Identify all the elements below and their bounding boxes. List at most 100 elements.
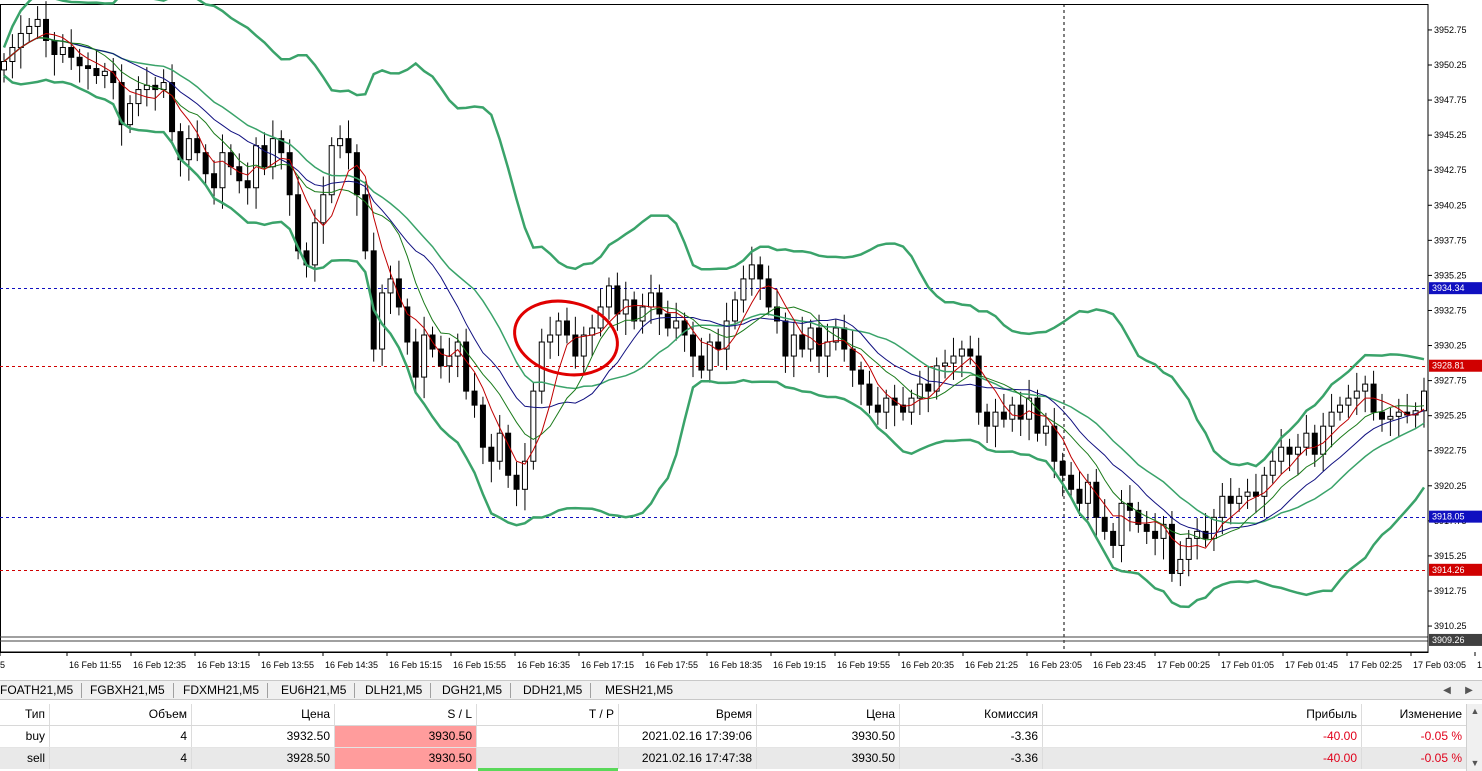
table-row[interactable]: sell 4 3928.50 3930.50 2021.02.16 17:47:… [0,748,1466,769]
candle-body [320,194,327,224]
candle-body [395,278,402,308]
price-chart[interactable]: 3952.75 3950.25 3947.75 3945.25 3942.75 3940.… [0,0,1482,680]
time-tick-label: 16 Feb 21:25 [965,660,1018,670]
candle-body [521,460,528,490]
tab-dlh21[interactable]: DLH21,M5 [357,683,432,698]
cell-sl[interactable]: 3930.50 [335,748,477,769]
col-price[interactable]: Цена [192,704,335,725]
candle-body [967,348,974,357]
cell-change: -0.05 % [1420,751,1462,765]
col-sl[interactable]: S / L [335,704,477,725]
price-tick-label: 3945.25 [1434,130,1467,140]
candle-body [748,264,755,280]
cell-tp[interactable] [477,726,619,747]
price-tick-label: 3912.75 [1434,586,1467,596]
candle-body [958,348,965,357]
candle-body [387,278,394,294]
candle-body [1353,390,1360,399]
time-tick-label: 16 Feb 15:55 [453,660,506,670]
time-tick-label: 17 Feb 02:25 [1349,660,1402,670]
col-commission[interactable]: Комиссия [900,704,1043,725]
cell-type: buy [0,726,50,747]
candle-body [1236,495,1243,504]
cell-commission: -3.36 [900,726,1043,747]
candle-body [93,68,100,77]
candle-body [227,152,234,168]
candle-body [1185,537,1192,560]
cell-tp[interactable] [477,748,619,769]
col-tp[interactable]: T / P [477,704,619,725]
candle-body [1000,411,1007,420]
candle-body [1303,432,1310,448]
candle-body [555,320,562,336]
candle-body [345,138,352,154]
candle-body [1177,558,1184,574]
scroll-up-icon[interactable]: ▲ [1470,706,1480,716]
price-tick-label: 3947.75 [1434,95,1467,105]
candle-body [673,320,680,329]
candle-body [337,138,344,147]
price-tick-label: 3950.25 [1434,60,1467,70]
time-tick-label: 17 Feb 01:45 [1285,660,1338,670]
candle-body [34,18,41,27]
candle-body [816,327,823,357]
candle-body [1378,411,1385,420]
candle-body [1143,523,1150,532]
cell-sl[interactable]: 3930.50 [335,726,477,747]
candle-body [488,446,495,462]
time-tick-label: 16 Feb 19:15 [773,660,826,670]
scroll-down-icon[interactable]: ▼ [1470,758,1480,768]
col-type[interactable]: Тип [0,704,50,725]
candle-body [689,334,696,357]
col-volume[interactable]: Объем [50,704,192,725]
price-tick-label: 3922.75 [1434,446,1467,456]
candle-body [790,334,797,357]
candle-body [1042,425,1049,434]
col-change[interactable]: Изменение [1362,704,1466,725]
candle-body [362,194,369,252]
candle-body [1051,425,1058,462]
time-tick-label: 16 Feb 18:35 [709,660,762,670]
candle-body [757,264,764,280]
tabs-scroll-left-icon[interactable]: ◀ [1440,683,1454,698]
candle-body [925,383,932,392]
col-time[interactable]: Время [619,704,757,725]
cell-price2: 3930.50 [757,726,900,747]
tab-mesh21[interactable]: MESH21,M5 [597,683,681,698]
price-tick-label: 3925.25 [1434,411,1467,421]
time-tick-label: 16 Feb 17:55 [645,660,698,670]
candle-body [505,432,512,476]
candle-body [1395,411,1402,417]
candle-body [185,138,192,161]
candle-body [858,369,865,385]
tab-dgh21[interactable]: DGH21,M5 [434,683,512,698]
tabs-scroll-right-icon[interactable]: ▶ [1462,683,1476,698]
cell-profit: -40.00 [1043,748,1362,769]
candle-body [160,82,167,91]
table-header-row: Тип Объем Цена S / L T / P Время Цена Ко… [0,704,1466,726]
candle-body [194,138,201,154]
candle-body [68,46,75,58]
candle-body [1118,502,1125,546]
candlestick-chart[interactable]: 3952.75 3950.25 3947.75 3945.25 3942.75 3940.… [0,0,1482,680]
candle-body [732,299,739,322]
tab-foath21[interactable]: FOATH21,M5 [0,683,83,698]
tab-eu6h21[interactable]: EU6H21,M5 [273,683,356,698]
candle-body [984,411,991,427]
cell-change: -0.05 % [1420,729,1462,743]
table-scrollbar[interactable]: ▲ ▼ [1466,704,1482,771]
col-profit[interactable]: Прибыль [1043,704,1362,725]
tab-fdxmh21[interactable]: FDXMH21,M5 [175,683,269,698]
candle-body [874,404,881,413]
col-price2[interactable]: Цена [757,704,900,725]
candle-body [866,383,873,406]
candle-body [1110,530,1117,546]
tab-fgbxh21[interactable]: FGBXH21,M5 [82,683,174,698]
candle-body [353,152,360,196]
candle-body [1017,404,1024,420]
candle-body [311,222,318,266]
table-row[interactable]: buy 4 3932.50 3930.50 2021.02.16 17:39:0… [0,726,1466,748]
tab-ddh21[interactable]: DDH21,M5 [515,683,592,698]
time-tick-label: 16 Feb 20:35 [901,660,954,670]
price-marker-text: 3914.26 [1432,565,1465,575]
